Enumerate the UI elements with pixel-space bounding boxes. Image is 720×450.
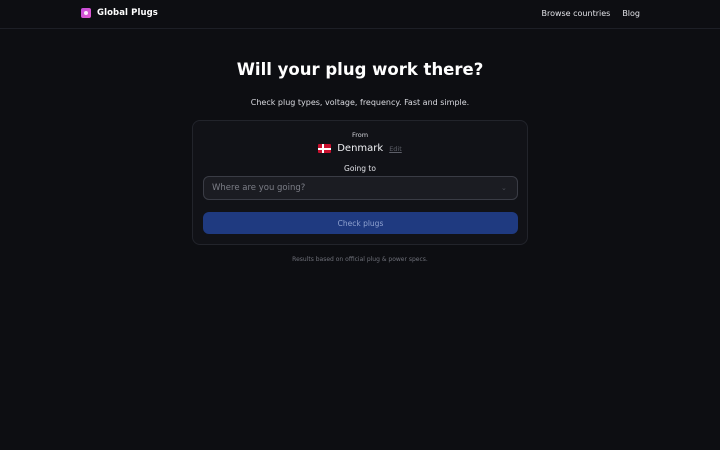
brand-logo-icon	[81, 8, 91, 18]
origin-country: Denmark Edit	[193, 143, 527, 154]
top-nav-bar: Global Plugs Browse countries Blog	[0, 0, 720, 29]
page-title: Will your plug work there?	[236, 60, 484, 79]
going-to-label: Going to	[344, 164, 376, 173]
page-subtitle: Check plug types, voltage, frequency. Fa…	[250, 98, 470, 107]
brand-link[interactable]: Global Plugs	[81, 8, 158, 18]
main-nav: Browse countries Blog	[541, 9, 640, 18]
from-label: From	[351, 131, 369, 139]
chevron-down-icon: ⌄	[501, 184, 507, 192]
plug-check-form: From Denmark Edit Going to ⌄ Check plugs	[192, 120, 528, 245]
destination-select[interactable]: ⌄	[203, 176, 518, 200]
nav-browse-countries[interactable]: Browse countries	[541, 9, 610, 18]
origin-country-name: Denmark	[337, 143, 384, 154]
check-plugs-button[interactable]: Check plugs	[203, 212, 518, 234]
brand-name: Global Plugs	[97, 8, 158, 18]
edit-origin-link[interactable]: Edit	[389, 145, 402, 153]
specs-footnote: Results based on official plug & power s…	[292, 256, 428, 263]
destination-input[interactable]	[212, 183, 501, 193]
denmark-flag-icon	[318, 144, 332, 153]
nav-blog[interactable]: Blog	[622, 9, 640, 18]
